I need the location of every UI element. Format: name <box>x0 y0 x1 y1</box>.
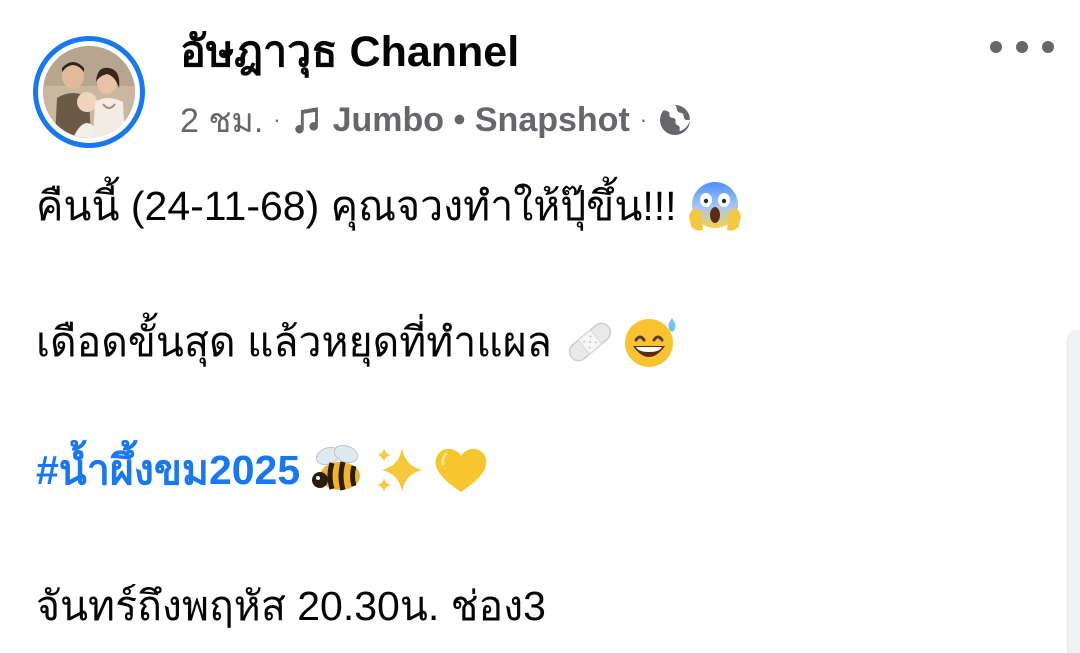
meta-separator: · <box>639 107 648 132</box>
music-note-icon <box>291 103 325 137</box>
avatar-photo <box>43 46 135 138</box>
honeybee-emoji <box>310 442 368 498</box>
post-text-line: จันทร์ถึงพฤหัส 20.30น. ช่อง3 <box>36 578 546 634</box>
globe-icon[interactable] <box>657 102 693 138</box>
post-text: คืนนี้ (24-11-68) คุณจวงทำให้ปุ๊ขึ้น!!! <box>36 183 677 229</box>
audio-track-link[interactable]: Jumbo • Snapshot <box>333 101 630 140</box>
grinning-face-with-sweat-emoji <box>622 314 680 370</box>
adhesive-bandage-emoji <box>562 314 618 370</box>
post-text: เดือดขั้นสุด แล้วหยุดที่ทำแผล <box>36 319 552 365</box>
post-text-line: #น้ำผึ้งขม2025 <box>36 442 490 498</box>
more-options-button[interactable] <box>990 34 1054 60</box>
post-text: จันทร์ถึงพฤหัส 20.30น. ช่อง3 <box>36 583 546 629</box>
author-name[interactable]: อัษฎาวุธ Channel <box>180 26 519 78</box>
avatar-story-ring[interactable] <box>33 36 145 148</box>
hashtag-link[interactable]: #น้ำผึ้งขม2025 <box>36 442 300 498</box>
sparkles-emoji <box>372 442 428 498</box>
post-text-line: คืนนี้ (24-11-68) คุณจวงทำให้ปุ๊ขึ้น!!! <box>36 178 743 234</box>
yellow-heart-emoji <box>432 442 490 498</box>
more-options-icon <box>990 41 1002 53</box>
face-screaming-in-fear-emoji <box>687 178 743 234</box>
more-options-icon <box>1042 41 1054 53</box>
post-text-line: เดือดขั้นสุด แล้วหยุดที่ทำแผล <box>36 314 680 370</box>
post-timestamp[interactable]: 2 ชม. <box>180 93 263 147</box>
more-options-icon <box>1016 41 1028 53</box>
facebook-post: อัษฎาวุธ Channel 2 ชม. · Jumbo • Snapsho… <box>0 0 1080 653</box>
author-avatar[interactable] <box>43 46 135 138</box>
post-meta: 2 ชม. · Jumbo • Snapshot · <box>180 98 693 142</box>
meta-separator: · <box>273 107 281 132</box>
side-panel-edge <box>1068 330 1080 653</box>
